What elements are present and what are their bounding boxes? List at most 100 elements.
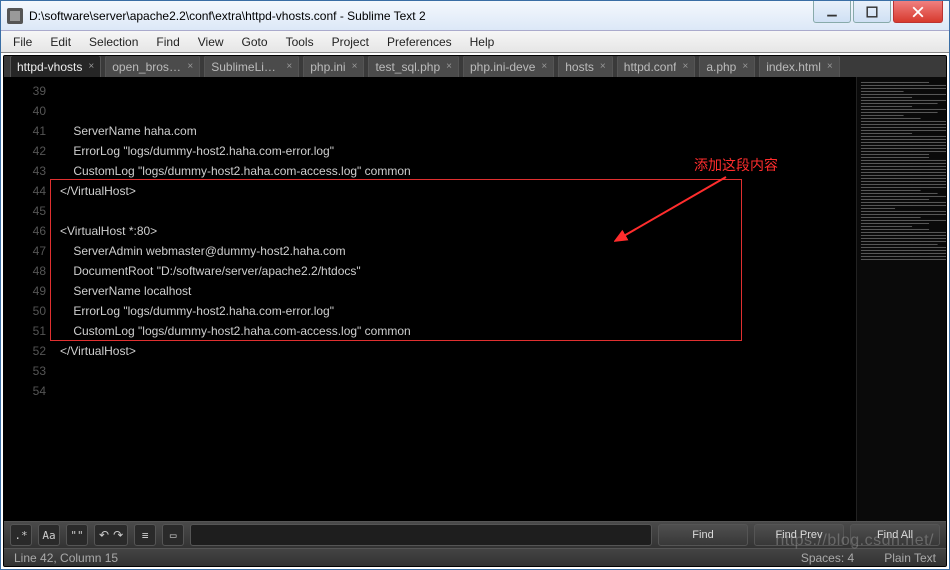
code-line[interactable]: </VirtualHost> — [60, 181, 856, 201]
code-line[interactable]: CustomLog "logs/dummy-host2.haha.com-acc… — [60, 321, 856, 341]
tab-label: php.ini-deve — [470, 60, 535, 74]
line-number: 44 — [4, 181, 46, 201]
line-number: 46 — [4, 221, 46, 241]
menu-goto[interactable]: Goto — [234, 33, 276, 51]
tab-label: open_broswe — [112, 60, 181, 74]
code-line[interactable]: ServerAdmin webmaster@dummy-host2.haha.c… — [60, 241, 856, 261]
menu-help[interactable]: Help — [462, 33, 503, 51]
code-line[interactable]: ServerName haha.com — [60, 121, 856, 141]
menu-find[interactable]: Find — [148, 33, 187, 51]
tab-label: php.ini — [310, 60, 345, 74]
wrap-group: ↶ ↷ — [94, 524, 128, 546]
tab-strip: httpd-vhosts×open_broswe×SublimeLinte×ph… — [4, 56, 946, 77]
find-bar: .* Aa "" ↶ ↷ ≡ ▭ Find Find Prev Find All — [4, 521, 946, 548]
tab-close-icon[interactable]: × — [600, 61, 606, 72]
wholeword-toggle[interactable]: "" — [66, 524, 88, 546]
inselection-toggle[interactable]: ≡ — [134, 524, 156, 546]
code-line[interactable]: ErrorLog "logs/dummy-host2.haha.com-erro… — [60, 301, 856, 321]
case-toggle[interactable]: Aa — [38, 524, 60, 546]
find-prev-button[interactable]: Find Prev — [754, 524, 844, 546]
regex-toggle[interactable]: .* — [10, 524, 32, 546]
menu-tools[interactable]: Tools — [278, 33, 322, 51]
highlight-toggle[interactable]: ▭ — [162, 524, 184, 546]
tab-label: a.php — [706, 60, 736, 74]
menu-edit[interactable]: Edit — [42, 33, 79, 51]
line-number: 47 — [4, 241, 46, 261]
tab[interactable]: hosts × — [558, 56, 613, 77]
status-bar: Line 42, Column 15 Spaces: 4 Plain Text — [4, 548, 946, 566]
app-icon — [7, 8, 23, 24]
minimize-button[interactable] — [813, 1, 851, 23]
code-line[interactable] — [60, 361, 856, 381]
tab-label: SublimeLinte — [211, 60, 280, 74]
tab-label: test_sql.php — [375, 60, 440, 74]
code-line[interactable] — [60, 201, 856, 221]
menu-view[interactable]: View — [190, 33, 232, 51]
line-number: 50 — [4, 301, 46, 321]
tab-label: httpd.conf — [624, 60, 677, 74]
line-number: 45 — [4, 201, 46, 221]
code-line[interactable] — [60, 401, 856, 421]
tab[interactable]: httpd.conf × — [617, 56, 696, 77]
line-number: 52 — [4, 341, 46, 361]
minimap[interactable]: ────────────────────────────────────────… — [856, 77, 946, 521]
tab-close-icon[interactable]: × — [88, 61, 94, 72]
app-window: D:\software\server\apache2.2\conf\extra\… — [0, 0, 950, 570]
tab-label: hosts — [565, 60, 594, 74]
menubar: File Edit Selection Find View Goto Tools… — [1, 31, 949, 53]
status-syntax[interactable]: Plain Text — [884, 551, 936, 565]
editor-body: httpd-vhosts×open_broswe×SublimeLinte×ph… — [3, 55, 947, 567]
menu-file[interactable]: File — [5, 33, 40, 51]
tab-close-icon[interactable]: × — [682, 61, 688, 72]
code-line[interactable]: ServerName localhost — [60, 281, 856, 301]
tab[interactable]: SublimeLinte × — [204, 56, 299, 77]
line-gutter: 39404142434445464748495051525354 — [4, 77, 54, 521]
tab-close-icon[interactable]: × — [286, 61, 292, 72]
tab[interactable]: a.php × — [699, 56, 755, 77]
tab-close-icon[interactable]: × — [541, 61, 547, 72]
line-number: 43 — [4, 161, 46, 181]
find-all-button[interactable]: Find All — [850, 524, 940, 546]
tab[interactable]: php.ini × — [303, 56, 364, 77]
tab-close-icon[interactable]: × — [827, 61, 833, 72]
tab[interactable]: test_sql.php × — [368, 56, 459, 77]
editor-area[interactable]: 39404142434445464748495051525354 ServerN… — [4, 77, 946, 521]
tab-label: httpd-vhosts — [17, 60, 82, 74]
status-spaces[interactable]: Spaces: 4 — [801, 551, 854, 565]
tab[interactable]: httpd-vhosts × — [10, 56, 101, 77]
menu-preferences[interactable]: Preferences — [379, 33, 460, 51]
tab-close-icon[interactable]: × — [352, 61, 358, 72]
window-controls — [813, 1, 949, 30]
line-number: 40 — [4, 101, 46, 121]
line-number: 53 — [4, 361, 46, 381]
line-number: 48 — [4, 261, 46, 281]
code-line[interactable] — [60, 421, 856, 441]
code-line[interactable] — [60, 381, 856, 401]
line-number: 41 — [4, 121, 46, 141]
line-number: 39 — [4, 81, 46, 101]
find-button[interactable]: Find — [658, 524, 748, 546]
status-position: Line 42, Column 15 — [14, 551, 118, 565]
wrap-next-icon[interactable]: ↷ — [113, 528, 123, 542]
close-button[interactable] — [893, 1, 943, 23]
line-number: 54 — [4, 381, 46, 401]
maximize-button[interactable] — [853, 1, 891, 23]
window-title: D:\software\server\apache2.2\conf\extra\… — [29, 9, 813, 23]
tab-close-icon[interactable]: × — [187, 61, 193, 72]
code-content[interactable]: ServerName haha.com ErrorLog "logs/dummy… — [54, 77, 856, 521]
menu-project[interactable]: Project — [324, 33, 377, 51]
titlebar[interactable]: D:\software\server\apache2.2\conf\extra\… — [1, 1, 949, 31]
line-number: 49 — [4, 281, 46, 301]
code-line[interactable]: <VirtualHost *:80> — [60, 221, 856, 241]
tab[interactable]: open_broswe × — [105, 56, 200, 77]
line-number: 42 — [4, 141, 46, 161]
tab-close-icon[interactable]: × — [446, 61, 452, 72]
tab[interactable]: php.ini-deve × — [463, 56, 554, 77]
code-line[interactable]: DocumentRoot "D:/software/server/apache2… — [60, 261, 856, 281]
tab-close-icon[interactable]: × — [742, 61, 748, 72]
wrap-prev-icon[interactable]: ↶ — [99, 528, 109, 542]
code-line[interactable]: </VirtualHost> — [60, 341, 856, 361]
find-input[interactable] — [190, 524, 652, 546]
menu-selection[interactable]: Selection — [81, 33, 146, 51]
tab[interactable]: index.html× — [759, 56, 840, 77]
